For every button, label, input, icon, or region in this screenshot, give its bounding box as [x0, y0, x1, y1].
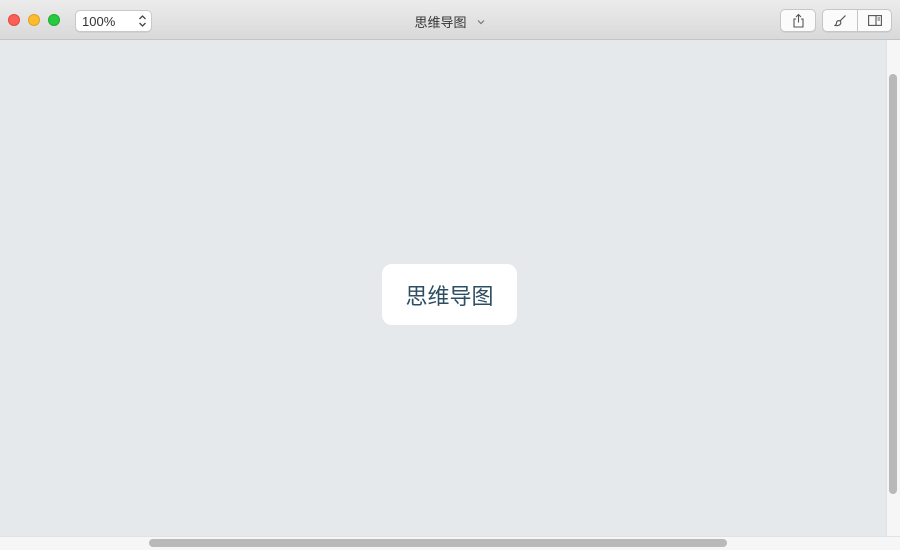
view-button-group — [822, 9, 892, 32]
paintbrush-icon — [834, 15, 846, 27]
app-window: 100% 思维导图 思维导图 — [0, 0, 900, 550]
document-title: 思维导图 — [414, 16, 467, 31]
window-title[interactable]: 思维导图 — [0, 12, 900, 31]
share-icon — [793, 13, 804, 28]
chevron-down-icon — [477, 20, 484, 25]
vertical-scroll-thumb[interactable] — [889, 74, 897, 494]
horizontal-scroll-thumb[interactable] — [149, 539, 727, 547]
central-topic-node[interactable]: 思维导图 — [382, 264, 517, 325]
mind-map-canvas[interactable]: 思维导图 — [0, 40, 886, 536]
sidebar-toggle-button[interactable] — [858, 10, 891, 31]
title-bar: 100% 思维导图 — [0, 0, 900, 40]
central-topic-label: 思维导图 — [405, 284, 494, 310]
sidebar-icon — [868, 15, 882, 26]
format-button[interactable] — [823, 10, 857, 31]
share-button[interactable] — [780, 9, 816, 32]
